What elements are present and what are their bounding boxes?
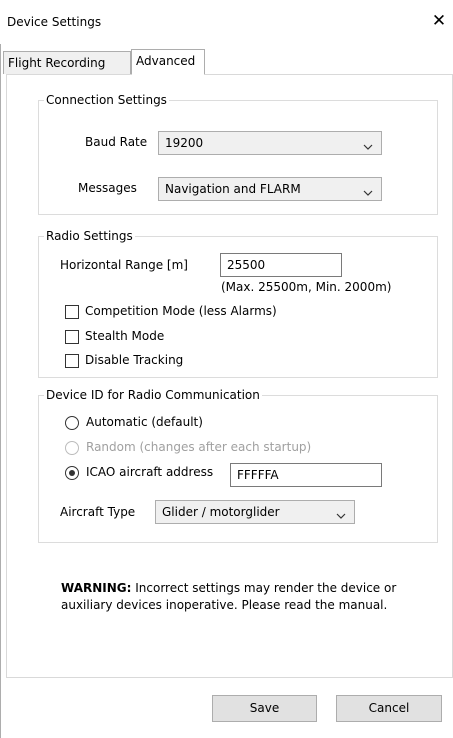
- messages-select[interactable]: Navigation and FLARM: [158, 177, 382, 201]
- automatic-label[interactable]: Automatic (default): [86, 415, 203, 429]
- chevron-down-icon: [363, 137, 373, 159]
- title-bar: Device Settings ✕: [0, 0, 453, 44]
- aircraft-type-value: Glider / motorglider: [162, 505, 280, 519]
- window-left-border: [0, 44, 1, 738]
- messages-value: Navigation and FLARM: [165, 182, 301, 196]
- icao-address-radio[interactable]: [65, 466, 79, 480]
- random-label: Random (changes after each startup): [86, 440, 312, 454]
- icao-address-input[interactable]: FFFFFA: [230, 463, 382, 487]
- random-radio: [65, 441, 79, 455]
- competition-mode-label[interactable]: Competition Mode (less Alarms): [85, 304, 277, 318]
- stealth-mode-label[interactable]: Stealth Mode: [85, 329, 164, 343]
- device-id-legend: Device ID for Radio Communication: [44, 388, 262, 402]
- baud-rate-select[interactable]: 19200: [158, 131, 382, 155]
- disable-tracking-checkbox[interactable]: [65, 354, 79, 368]
- disable-tracking-label[interactable]: Disable Tracking: [85, 353, 183, 367]
- messages-label: Messages: [78, 181, 137, 195]
- warning-text: WARNING: Incorrect settings may render t…: [61, 580, 401, 614]
- save-button[interactable]: Save: [212, 695, 317, 722]
- icao-address-label[interactable]: ICAO aircraft address: [86, 465, 213, 479]
- chevron-down-icon: [363, 183, 373, 205]
- window-title: Device Settings: [7, 15, 102, 29]
- chevron-down-icon: [336, 506, 346, 528]
- baud-rate-value: 19200: [165, 136, 204, 150]
- horizontal-range-hint: (Max. 25500m, Min. 2000m): [221, 280, 392, 294]
- warning-bold-label: WARNING:: [61, 581, 132, 595]
- aircraft-type-select[interactable]: Glider / motorglider: [155, 500, 355, 524]
- radio-settings-legend: Radio Settings: [44, 229, 135, 243]
- baud-rate-label: Baud Rate: [85, 135, 148, 149]
- automatic-radio[interactable]: [65, 416, 79, 430]
- horizontal-range-label: Horizontal Range [m]: [60, 258, 188, 272]
- close-icon[interactable]: ✕: [428, 10, 450, 32]
- cancel-button[interactable]: Cancel: [336, 695, 442, 722]
- connection-settings-legend: Connection Settings: [44, 93, 169, 107]
- stealth-mode-checkbox[interactable]: [65, 330, 79, 344]
- horizontal-range-input[interactable]: 25500: [220, 253, 342, 277]
- aircraft-type-label: Aircraft Type: [60, 505, 136, 519]
- tab-advanced[interactable]: Advanced: [131, 49, 205, 75]
- competition-mode-checkbox[interactable]: [65, 305, 79, 319]
- tab-flight-recording[interactable]: Flight Recording: [3, 51, 131, 74]
